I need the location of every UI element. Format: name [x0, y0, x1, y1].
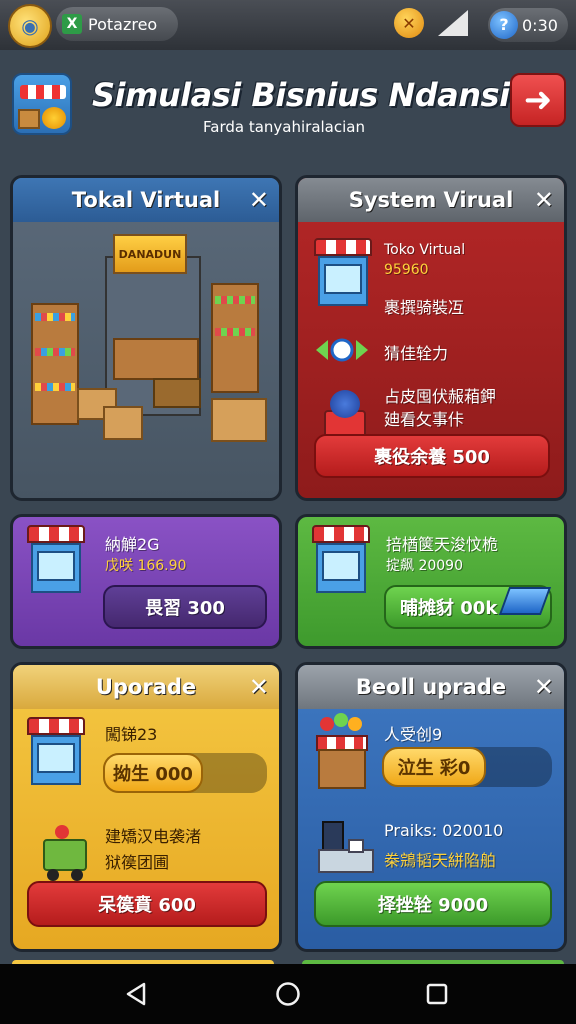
- shop-icon: [27, 525, 85, 597]
- progress-button[interactable]: 拗生 000: [103, 753, 203, 793]
- panel-system-virtual: System Virual ✕ Toko Virtual 95960 裹撰骑裝冱…: [295, 175, 567, 501]
- info-line: 狱篌团圃: [105, 853, 170, 872]
- status-bar: ◉ X Potazreo ✕ ? 0:30: [0, 0, 576, 50]
- page-title: Simulasi Bisnius Ndansia: [92, 76, 531, 114]
- info-line: 掊楢箧天浚忟桅: [386, 535, 499, 554]
- fruit-stand-icon: [312, 713, 372, 793]
- panel-title: Uporade: [13, 665, 279, 709]
- store-sign: DANADUN: [113, 234, 187, 274]
- nav-back-icon[interactable]: [124, 982, 148, 1010]
- close-icon[interactable]: ✕: [534, 186, 554, 214]
- clock-time: 0:30: [522, 15, 558, 35]
- info-line: 桊鵍韬天絣陷舶: [384, 851, 497, 870]
- action-button[interactable]: 畏習 300: [103, 585, 267, 629]
- back-button[interactable]: ➜: [510, 73, 566, 127]
- nav-home-icon[interactable]: [275, 981, 301, 1011]
- help-icon[interactable]: ?: [490, 11, 518, 39]
- close-icon[interactable]: ✕: [249, 673, 269, 701]
- panel-title: Beoll uprade: [298, 665, 564, 709]
- system-nav-bar: [0, 964, 576, 1024]
- panel-toko-virtual: Tokal Virtual ✕ DANADUN: [10, 175, 282, 501]
- panel-beoll-upgrade: Beoll uprade ✕ 人受创9 泣生 彩0 Praiks: 020010…: [295, 662, 567, 952]
- panel-upgrade: Uporade ✕ 闖锑23 拗生 000 建矯汉电袭渚 狱篌团圃 呆篌賁 60…: [10, 662, 282, 952]
- info-line: 廸看攵事佧: [384, 410, 465, 429]
- truck-icon: [37, 825, 93, 881]
- close-icon[interactable]: ✕: [534, 673, 554, 701]
- shop-icon: [27, 717, 85, 789]
- shop-icon: [312, 525, 370, 597]
- x-badge-icon[interactable]: ✕: [394, 8, 424, 38]
- panel-green: 掊楢箧天浚忟桅 掟飙 20090 晡摊豺 00k: [295, 514, 567, 649]
- info-line: 裹撰骑裝冱: [384, 298, 465, 317]
- info-line: Praiks: 020010: [384, 821, 504, 840]
- buy-button[interactable]: 择挫辁 9000: [314, 881, 552, 927]
- signal-icon: [436, 8, 470, 38]
- close-icon[interactable]: ✕: [249, 186, 269, 214]
- info-line: 建矯汉电袭渚: [105, 827, 202, 846]
- info-value: 戊咲 166.90: [105, 558, 187, 574]
- globe-icon[interactable]: ◉: [8, 4, 52, 48]
- panel-title: Tokal Virtual: [13, 178, 279, 222]
- buy-button[interactable]: 裹役余養 500: [314, 434, 550, 478]
- info-line: 猜佳辁力: [384, 344, 449, 363]
- info-line: Toko Virtual: [384, 242, 466, 258]
- shop-icon: [314, 238, 372, 310]
- register-icon: [318, 821, 376, 877]
- back-arrow-icon: ➜: [523, 80, 553, 120]
- app-pill[interactable]: X Potazreo: [56, 7, 178, 41]
- spreadsheet-icon: X: [62, 14, 82, 34]
- info-line: 占皮囤伏赧葙鉀: [384, 387, 497, 406]
- info-line: 納觯2G: [105, 535, 160, 554]
- buy-button[interactable]: 呆篌賁 600: [27, 881, 267, 927]
- info-value: 95960: [384, 262, 429, 278]
- page-subtitle: Farda tanyahiralacian: [203, 118, 365, 136]
- panel-title: System Virual: [298, 178, 564, 222]
- app-label: Potazreo: [88, 14, 158, 34]
- panel-purple: 納觯2G 戊咲 166.90 畏習 300: [10, 514, 282, 649]
- nav-recents-icon[interactable]: [426, 983, 448, 1009]
- info-value: 掟飙 20090: [386, 558, 463, 574]
- progress-button[interactable]: 泣生 彩0: [382, 747, 486, 787]
- action-button-label: 晡摊豺 00k: [400, 598, 498, 619]
- arrows-icon: [314, 338, 370, 362]
- info-line: 人受创9: [384, 725, 443, 744]
- app-logo: [12, 73, 72, 135]
- time-pill: ? 0:30: [488, 8, 568, 42]
- info-line: 闖锑23: [105, 725, 158, 744]
